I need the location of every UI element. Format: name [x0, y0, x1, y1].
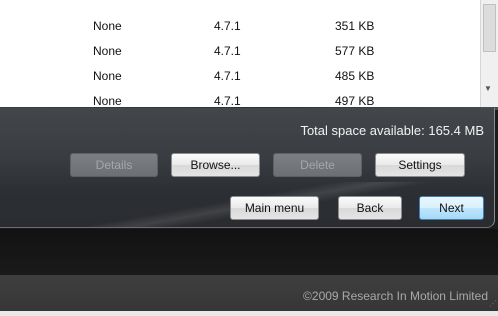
scrollbar-thumb[interactable]	[483, 4, 496, 52]
window-background	[0, 229, 498, 275]
delete-button[interactable]: Delete	[273, 153, 362, 177]
name-cell: None	[93, 19, 122, 33]
details-button[interactable]: Details	[70, 153, 158, 177]
table-row[interactable]: None 4.7.1 577 KB	[0, 39, 480, 63]
application-file-list[interactable]: None 4.7.1 351 KB None 4.7.1 577 KB None…	[0, 0, 480, 107]
space-available-label: Total space available: 165.4 MB	[300, 123, 484, 138]
footer-divider	[0, 311, 498, 316]
version-cell: 4.7.1	[214, 94, 241, 107]
next-button[interactable]: Next	[419, 196, 484, 220]
scroll-down-arrow-icon[interactable]: ▼	[484, 84, 492, 93]
back-button[interactable]: Back	[338, 196, 402, 220]
copyright-text: ©2009 Research In Motion Limited	[303, 289, 488, 303]
size-cell: 351 KB	[335, 19, 375, 33]
version-cell: 4.7.1	[214, 69, 241, 83]
version-cell: 4.7.1	[214, 19, 241, 33]
size-cell: 485 KB	[335, 69, 375, 83]
list-scrollbar[interactable]: ▼	[480, 0, 498, 107]
browse-button[interactable]: Browse...	[171, 153, 260, 177]
main-menu-button[interactable]: Main menu	[230, 196, 319, 220]
table-row[interactable]: None 4.7.1 485 KB	[0, 64, 480, 88]
settings-button[interactable]: Settings	[375, 153, 465, 177]
resize-grip-icon[interactable]: ⋰	[489, 300, 497, 308]
size-cell: 497 KB	[335, 94, 375, 107]
table-row[interactable]: None 4.7.1 351 KB	[0, 14, 480, 38]
version-cell: 4.7.1	[214, 44, 241, 58]
name-cell: None	[93, 44, 122, 58]
size-cell: 577 KB	[335, 44, 375, 58]
name-cell: None	[93, 69, 122, 83]
table-row[interactable]: None 4.7.1 497 KB	[0, 89, 480, 107]
name-cell: None	[93, 94, 122, 107]
